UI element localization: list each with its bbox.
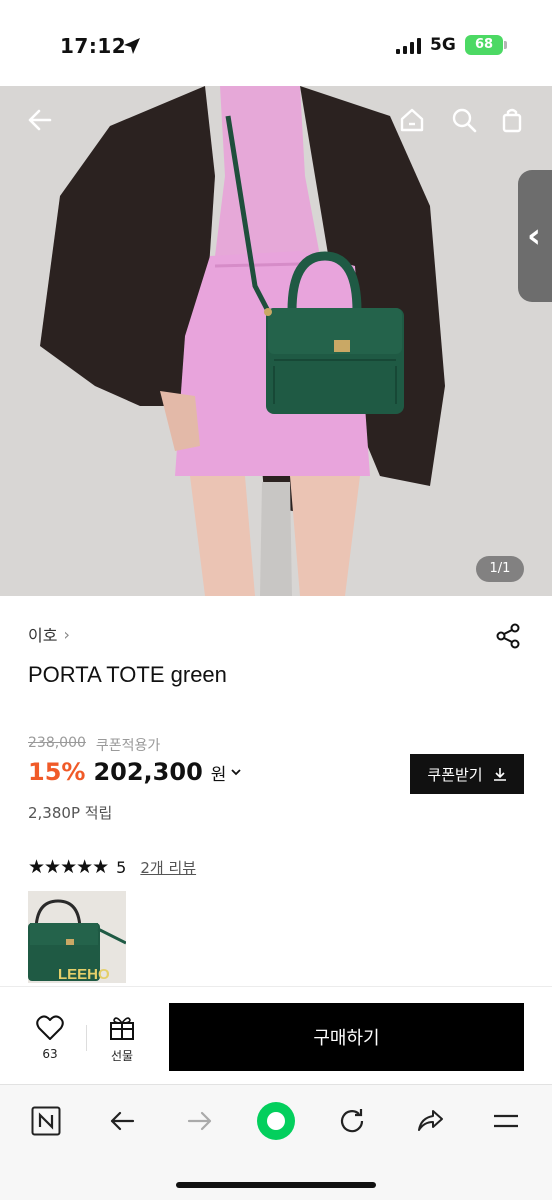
discount-rate: 15% [28,758,86,786]
browser-forward-button[interactable] [180,1101,220,1141]
home-button[interactable] [394,102,430,138]
image-page-indicator: 1/1 [476,556,524,582]
product-hero-image[interactable]: ‹ 1/1 [0,86,552,596]
review-photo-thumbnail[interactable]: LEEHO [28,891,126,983]
heart-icon [36,1015,64,1040]
download-icon [493,768,506,781]
brand-link[interactable]: 이호 › [28,622,70,646]
naver-home-button[interactable] [26,1101,66,1141]
chevron-left-icon: ‹ [526,216,541,256]
gift-icon [110,1017,134,1040]
coupon-price-label: 쿠폰적용가 [95,738,161,754]
arrow-left-icon [28,109,52,131]
reload-icon [340,1109,364,1133]
product-title: PORTA TOTE green [28,662,227,687]
share-icon[interactable] [494,622,522,650]
hamburger-menu-icon [494,1114,518,1128]
home-indicator [176,1182,376,1188]
price-row[interactable]: 15% 202,300 원 [28,758,242,786]
brand-name: 이호 [28,626,58,645]
network-type: 5G [430,35,456,55]
purchase-action-bar: 63 선물 구매하기 [0,986,552,1084]
star-rating-icon: ★★★★★ [28,856,109,878]
review-photo-watermark: LEEHO [58,966,110,983]
home-icon [400,108,424,132]
sale-price: 202,300 [93,758,203,786]
product-photo [0,86,552,596]
get-coupon-button[interactable]: 쿠폰받기 [410,754,524,794]
naver-n-icon [31,1106,61,1136]
gift-label: 선물 [110,1049,134,1063]
rating-row[interactable]: ★★★★★ 5 2개 리뷰 [28,856,196,878]
browser-back-button[interactable] [102,1101,142,1141]
location-arrow-icon [124,38,140,54]
side-panel-handle[interactable]: ‹ [518,170,552,302]
reload-button[interactable] [332,1101,372,1141]
original-price-row: 238,000 쿠폰적용가 [28,735,160,755]
gift-button[interactable]: 선물 [100,1015,144,1065]
status-bar: 17:12 5G 68 [0,0,552,86]
share-arrow-icon [418,1110,443,1131]
shopping-bag-icon [502,108,522,133]
menu-button[interactable] [486,1101,526,1141]
arrow-right-icon [187,1111,212,1131]
like-count: 63 [42,1047,58,1061]
reward-points: 2,380P 적립 [28,804,113,822]
rating-value: 5 [116,857,127,877]
browser-toolbar [0,1084,552,1200]
cart-button[interactable] [494,102,530,138]
arrow-left-icon [110,1111,135,1131]
back-button[interactable] [22,102,58,138]
battery-cap [504,41,507,49]
review-photo: LEEHO [28,891,126,983]
status-time: 17:12 [60,34,127,58]
green-dot-icon [257,1102,295,1140]
share-page-button[interactable] [410,1101,450,1141]
battery-icon: 68 [465,35,503,55]
divider [86,1025,87,1051]
green-dot-button[interactable] [256,1101,296,1141]
currency-label: 원 [210,764,227,785]
chevron-right-icon: › [63,624,70,644]
like-button[interactable]: 63 [30,1015,70,1065]
original-price: 238,000 [28,735,86,751]
battery-level: 68 [474,37,494,52]
coupon-button-label: 쿠폰받기 [427,765,483,784]
search-button[interactable] [446,102,482,138]
review-count-link[interactable]: 2개 리뷰 [140,857,196,878]
search-icon [452,108,477,133]
signal-icon [396,38,421,54]
chevron-down-icon [231,769,242,776]
buy-button[interactable]: 구매하기 [169,1003,524,1071]
